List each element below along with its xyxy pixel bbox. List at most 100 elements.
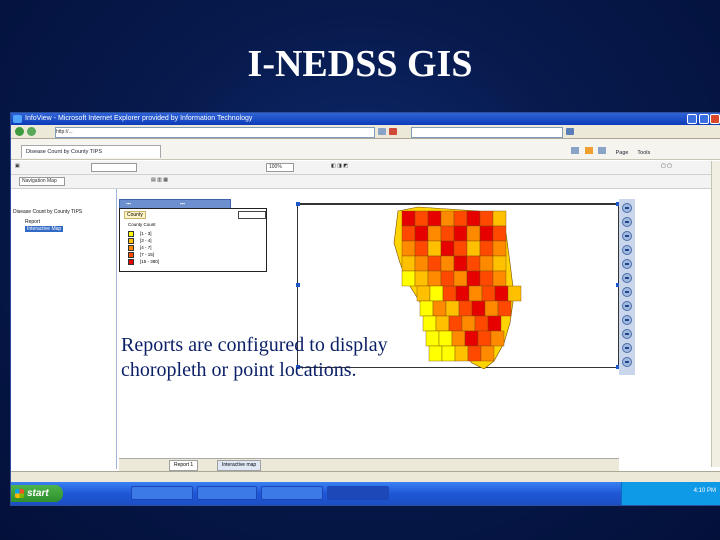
taskbar-item[interactable] xyxy=(131,486,193,500)
county-polygon[interactable] xyxy=(453,225,468,242)
county-polygon[interactable] xyxy=(414,255,429,272)
county-polygon[interactable] xyxy=(427,225,442,242)
county-polygon[interactable] xyxy=(414,225,429,242)
toolbar-buttons[interactable]: ◧ ◨ ◩ xyxy=(331,163,348,169)
county-polygon[interactable] xyxy=(481,285,496,302)
county-polygon[interactable] xyxy=(458,300,473,317)
county-polygon[interactable] xyxy=(440,270,455,287)
taskbar-item[interactable] xyxy=(261,486,323,500)
county-polygon[interactable] xyxy=(453,270,468,287)
taskbar-item-active[interactable] xyxy=(327,486,389,500)
county-polygon[interactable] xyxy=(466,210,481,227)
maximize-button[interactable] xyxy=(699,114,709,124)
county-polygon[interactable] xyxy=(440,240,455,257)
county-polygon[interactable] xyxy=(414,270,429,287)
tab-report-1[interactable]: Report 1 xyxy=(169,460,199,471)
county-polygon[interactable] xyxy=(427,255,442,272)
zoom-out-icon[interactable] xyxy=(622,231,632,241)
resize-handle[interactable] xyxy=(296,283,300,287)
county-polygon[interactable] xyxy=(492,255,507,272)
county-polygon[interactable] xyxy=(471,300,486,317)
toolbar-field[interactable] xyxy=(91,163,137,172)
document-icon[interactable]: ▣ xyxy=(15,163,20,169)
full-extent-icon[interactable] xyxy=(622,287,632,297)
resize-handle[interactable] xyxy=(296,202,300,206)
county-polygon[interactable] xyxy=(440,210,455,227)
vertical-scrollbar[interactable] xyxy=(711,161,720,467)
search-field[interactable] xyxy=(411,127,563,138)
pan-icon[interactable] xyxy=(622,203,632,213)
browser-tab[interactable]: Disease Count by County TIPS xyxy=(21,145,161,158)
county-polygon[interactable] xyxy=(492,270,507,287)
county-polygon[interactable] xyxy=(466,240,481,257)
back-icon[interactable] xyxy=(15,127,24,136)
county-polygon[interactable] xyxy=(479,225,494,242)
county-polygon[interactable] xyxy=(401,255,416,272)
county-polygon[interactable] xyxy=(484,300,499,317)
county-polygon[interactable] xyxy=(416,285,431,302)
county-polygon[interactable] xyxy=(466,255,481,272)
navigation-select[interactable]: Navigation Map xyxy=(19,177,65,186)
start-button[interactable]: start xyxy=(11,485,63,502)
county-polygon[interactable] xyxy=(479,270,494,287)
page-button[interactable]: Page xyxy=(616,150,629,156)
export-icon[interactable] xyxy=(622,343,632,353)
county-polygon[interactable] xyxy=(453,210,468,227)
county-polygon[interactable] xyxy=(479,210,494,227)
legend-field[interactable] xyxy=(238,211,266,219)
county-polygon[interactable] xyxy=(419,300,434,317)
feeds-icon[interactable] xyxy=(584,147,593,154)
taskbar-item[interactable] xyxy=(197,486,257,500)
county-polygon[interactable] xyxy=(432,300,447,317)
county-polygon[interactable] xyxy=(453,240,468,257)
county-polygon[interactable] xyxy=(468,285,483,302)
county-polygon[interactable] xyxy=(429,285,444,302)
county-polygon[interactable] xyxy=(497,300,512,317)
search-icon[interactable] xyxy=(566,128,574,135)
county-polygon[interactable] xyxy=(401,210,416,227)
tools-button[interactable]: Tools xyxy=(637,150,650,156)
forward-icon[interactable] xyxy=(27,127,36,136)
county-polygon[interactable] xyxy=(479,255,494,272)
print-map-icon[interactable] xyxy=(622,329,632,339)
county-polygon[interactable] xyxy=(440,225,455,242)
tree-root[interactable]: Disease Count by County TIPS xyxy=(13,209,113,215)
home-icon[interactable] xyxy=(571,147,579,154)
county-polygon[interactable] xyxy=(461,315,476,332)
county-polygon[interactable] xyxy=(455,285,470,302)
tree-item-report[interactable]: Report xyxy=(25,219,40,225)
layer-icon[interactable] xyxy=(622,301,632,311)
county-polygon[interactable] xyxy=(401,270,416,287)
county-polygon[interactable] xyxy=(435,315,450,332)
minimize-button[interactable] xyxy=(687,114,697,124)
map-section-tab-1[interactable]: ▪▪▪ xyxy=(126,201,131,206)
toolbar-row2-buttons[interactable]: ▤ ▥ ▦ xyxy=(151,177,168,183)
county-polygon[interactable] xyxy=(453,255,468,272)
refresh-map-icon[interactable] xyxy=(622,315,632,325)
county-polygon[interactable] xyxy=(445,300,460,317)
toolbar-right-buttons[interactable]: ▢ ▢ xyxy=(661,163,672,169)
county-polygon[interactable] xyxy=(479,240,494,257)
zoom-field[interactable]: 100% xyxy=(266,163,294,172)
refresh-icon[interactable] xyxy=(378,128,386,135)
county-polygon[interactable] xyxy=(492,225,507,242)
zoom-in-icon[interactable] xyxy=(622,217,632,227)
help-icon[interactable] xyxy=(622,357,632,367)
county-polygon[interactable] xyxy=(401,240,416,257)
county-polygon[interactable] xyxy=(427,210,442,227)
county-polygon[interactable] xyxy=(427,270,442,287)
county-polygon[interactable] xyxy=(466,270,481,287)
address-field[interactable]: http://... xyxy=(55,127,375,138)
stop-icon[interactable] xyxy=(389,128,397,135)
county-polygon[interactable] xyxy=(494,285,509,302)
county-polygon[interactable] xyxy=(474,315,489,332)
map-section-tab-2[interactable]: ▪▪▪ xyxy=(180,201,185,206)
county-polygon[interactable] xyxy=(507,285,522,302)
print-icon[interactable] xyxy=(598,147,607,154)
county-polygon[interactable] xyxy=(414,240,429,257)
tree-item-interactive-map[interactable]: Interactive Map xyxy=(25,226,64,232)
county-polygon[interactable] xyxy=(440,255,455,272)
county-polygon[interactable] xyxy=(427,240,442,257)
measure-icon[interactable] xyxy=(622,273,632,283)
county-polygon[interactable] xyxy=(401,225,416,242)
